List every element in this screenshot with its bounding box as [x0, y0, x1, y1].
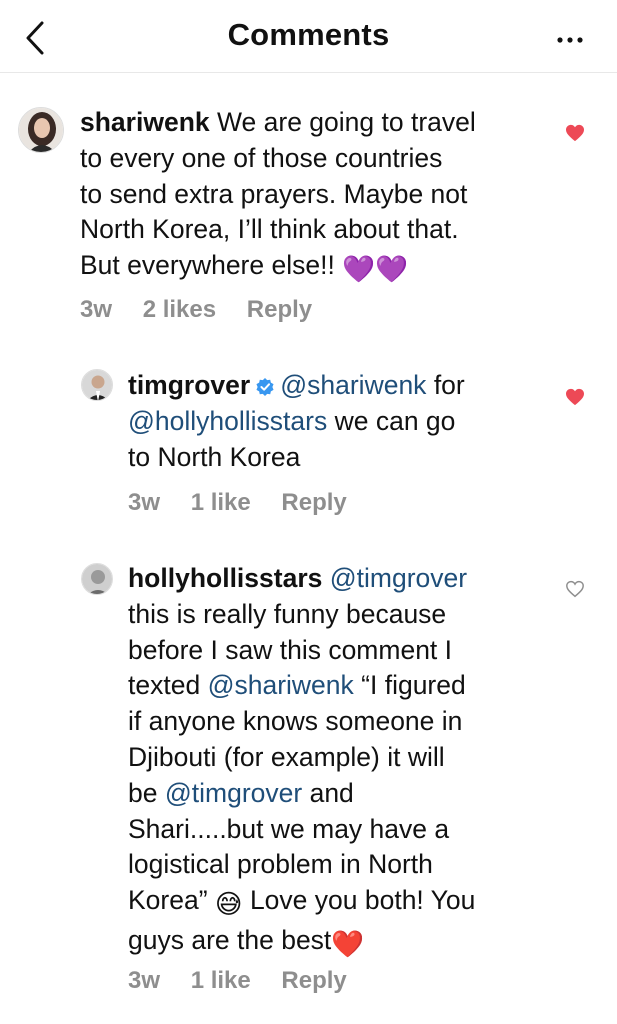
- comment-text-line: We are going to travel: [217, 107, 476, 137]
- avatar[interactable]: [81, 369, 113, 401]
- sweat-smile-emoji: 😅: [214, 889, 243, 920]
- comment-text-segment: Love you both! You: [249, 885, 476, 916]
- reply-button[interactable]: Reply: [247, 296, 312, 323]
- comment-text-line: But everywhere else!!: [80, 250, 335, 281]
- heart-filled-icon: [566, 388, 584, 406]
- comment-text: shariwenk We are going to travel to ever…: [80, 105, 550, 288]
- comment-username[interactable]: hollyhollisstars: [128, 563, 322, 593]
- mention-link[interactable]: @shariwenk: [280, 370, 426, 400]
- comment-text-line: this is really funny because: [128, 598, 447, 629]
- mention-link[interactable]: @shariwenk: [208, 670, 354, 700]
- verified-badge-icon: [256, 370, 274, 396]
- comment-text-line: logistical problem in North: [128, 849, 433, 880]
- likes-count[interactable]: 2 likes: [143, 296, 216, 323]
- comment-text-segment: be: [128, 777, 158, 808]
- comment-text-segment: for: [433, 370, 465, 400]
- user-avatar-icon: [82, 564, 112, 594]
- comment-text-line: if anyone knows someone in: [128, 706, 463, 737]
- comment-meta: 3w 1 like Reply: [128, 489, 371, 517]
- comment-text-segment: and: [309, 777, 354, 808]
- comment-text-line: Djibouti (for example) it will: [128, 741, 445, 772]
- avatar[interactable]: [81, 563, 113, 595]
- comment-text-line: before I saw this comment I: [128, 634, 453, 665]
- comment-meta: 3w 1 like Reply: [128, 967, 371, 995]
- like-button[interactable]: [565, 580, 585, 598]
- avatar[interactable]: [18, 107, 64, 153]
- comment-time: 3w: [80, 296, 113, 323]
- more-options-button[interactable]: [557, 18, 583, 52]
- comment-username[interactable]: timgrover: [128, 370, 250, 400]
- mention-link[interactable]: @hollyhollisstars: [128, 406, 327, 436]
- comment-text-segment: to North Korea: [128, 441, 301, 472]
- red-heart-emoji: ❤️: [331, 928, 365, 959]
- user-avatar-icon: [19, 108, 63, 152]
- comment-text-line: guys are the best: [128, 924, 332, 955]
- reply-button[interactable]: Reply: [281, 489, 346, 516]
- comment-meta: 3w 2 likes Reply: [80, 296, 336, 324]
- reply-button[interactable]: Reply: [281, 967, 346, 994]
- mention-link[interactable]: @timgrover: [330, 563, 467, 593]
- more-horizontal-icon: [557, 37, 583, 43]
- header-bar: Comments: [0, 0, 617, 73]
- comment-text-segment: texted: [128, 670, 201, 701]
- comment-text-segment: we can go: [334, 405, 456, 436]
- comment-text: timgrover @shariwenk for @hollyhollisstar…: [128, 368, 548, 475]
- purple-heart-emoji: 💜💜: [342, 254, 409, 285]
- likes-count[interactable]: 1 like: [191, 967, 251, 994]
- comment-text-line: to every one of those countries: [80, 142, 443, 173]
- comment-text: hollyhollisstars @timgrover this is real…: [128, 561, 548, 963]
- heart-filled-icon: [566, 124, 584, 142]
- like-button[interactable]: [565, 388, 585, 406]
- mention-link[interactable]: @timgrover: [165, 778, 302, 808]
- comment-time: 3w: [128, 489, 161, 516]
- like-button[interactable]: [565, 124, 585, 142]
- likes-count[interactable]: 1 like: [191, 489, 251, 516]
- comment-text-segment: “I figured: [361, 670, 466, 701]
- comment-text-line: Shari.....but we may have a: [128, 813, 450, 844]
- comment-text-line: North Korea, I’ll think about that.: [80, 214, 459, 245]
- page-title: Comments: [227, 17, 390, 52]
- heart-outline-icon: [566, 580, 584, 598]
- comment-time: 3w: [128, 967, 161, 994]
- comment-username[interactable]: shariwenk: [80, 107, 210, 137]
- comment-text-segment: Korea”: [128, 885, 208, 916]
- user-avatar-icon: [82, 370, 112, 400]
- comment-text-line: to send extra prayers. Maybe not: [80, 178, 468, 209]
